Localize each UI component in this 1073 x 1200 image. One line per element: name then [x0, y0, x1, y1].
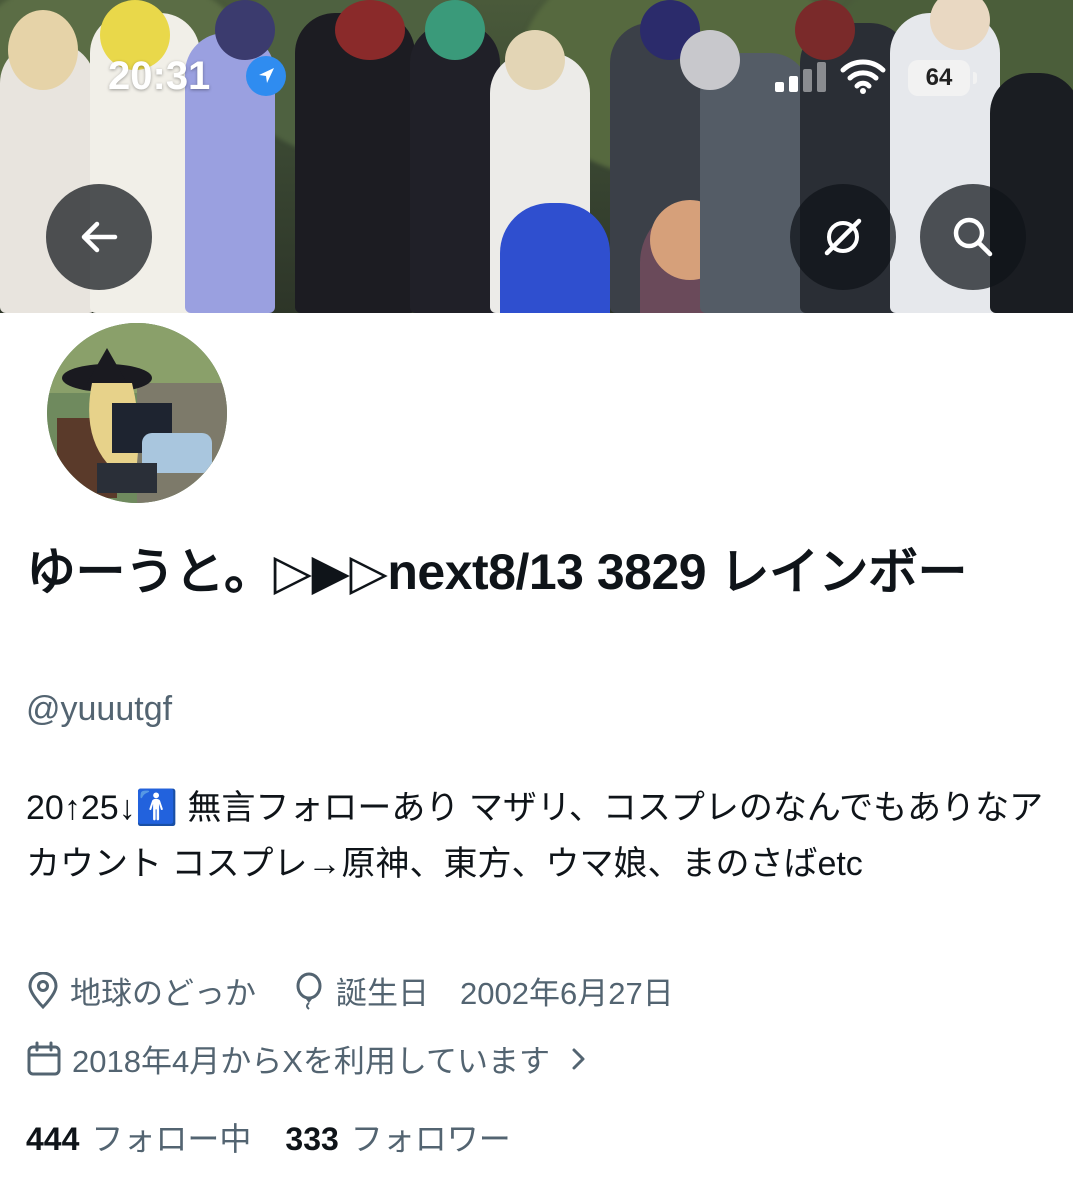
status-time: 20:31 [108, 54, 211, 98]
grok-button[interactable] [790, 184, 896, 290]
location-item: 地球のどっか [26, 968, 256, 1013]
profile-avatar[interactable] [42, 318, 232, 508]
joined-text: 2018年4月からXを利用しています [72, 1044, 550, 1079]
avatar-image [47, 323, 227, 503]
following-link[interactable]: 444 フォロー中 [26, 1114, 251, 1160]
balloon-icon [296, 972, 322, 1010]
profile-banner[interactable]: 20:31 64 [0, 0, 1073, 313]
display-name: ゆーうと。▷▶▷next8/13 3829 レインボー [26, 544, 968, 600]
location-pin-icon [28, 971, 58, 1009]
birthday-text: 誕生日 2002年6月27日 [336, 976, 674, 1011]
following-label: フォロー中 [91, 1121, 252, 1157]
follow-stats: 444 フォロー中 333 フォロワー [26, 1114, 545, 1160]
location-services-icon [246, 56, 286, 96]
chevron-right-icon [572, 1048, 585, 1069]
profile-bio: 20↑25↓🚹 無言フォローあり マザリ、コスプレのなんでもありなアカウント コ… [26, 789, 1044, 883]
search-button[interactable] [920, 184, 1026, 290]
followers-link[interactable]: 333 フォロワー [285, 1114, 510, 1160]
user-handle: @yuuutgf [26, 690, 173, 728]
location-text: 地球のどっか [70, 976, 256, 1011]
wifi-icon [840, 59, 886, 94]
grok-icon [824, 218, 862, 256]
joined-item[interactable]: 2018年4月からXを利用しています [26, 1036, 592, 1081]
followers-count: 333 [285, 1121, 339, 1157]
joined-row[interactable]: 2018年4月からXを利用しています [26, 1036, 628, 1081]
following-count: 444 [26, 1121, 80, 1157]
profile-meta-row: 地球のどっか 誕生日 2002年6月27日 [26, 968, 710, 1013]
back-button[interactable] [46, 184, 152, 290]
battery-indicator: 64 [908, 60, 977, 96]
search-icon [953, 217, 993, 257]
back-arrow-icon [81, 221, 118, 253]
calendar-icon [27, 1041, 61, 1075]
cellular-signal-icon [775, 62, 826, 92]
birthday-item: 誕生日 2002年6月27日 [292, 968, 674, 1013]
followers-label: フォロワー [350, 1121, 511, 1157]
